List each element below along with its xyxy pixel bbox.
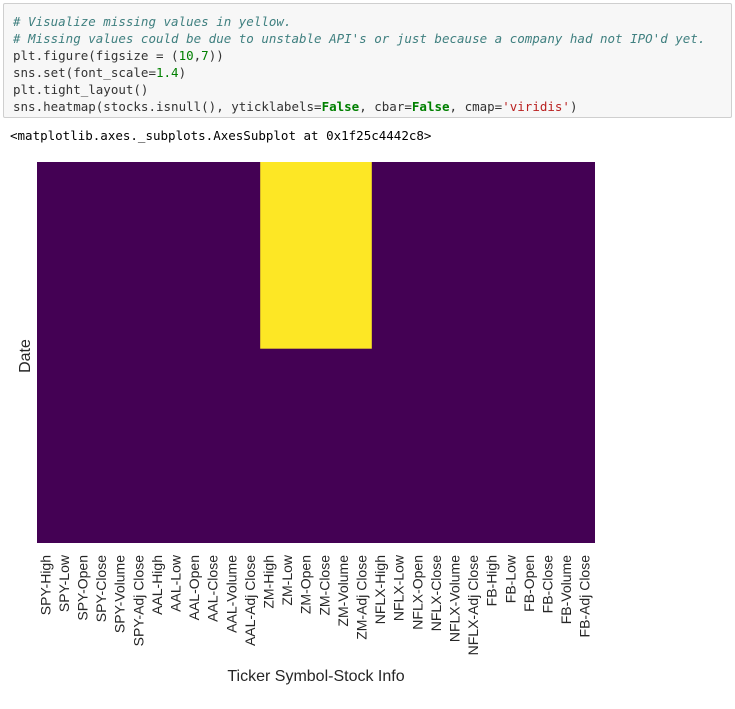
- x-tick-label: FB-Volume: [558, 555, 574, 624]
- x-tick-label: NFLX-Open: [409, 555, 425, 630]
- x-tick-label: AAL-Adj Close: [242, 555, 258, 646]
- code-cell[interactable]: # Visualize missing values in yellow. # M…: [3, 3, 732, 118]
- heatmap-body: [37, 162, 595, 543]
- heatmap-missing-block: [260, 162, 372, 349]
- code-token: False: [321, 99, 360, 114]
- x-tick-label: SPY-High: [37, 555, 53, 615]
- x-tick-label: AAL-High: [149, 555, 165, 615]
- x-tick-label: AAL-Volume: [223, 555, 239, 633]
- x-tick-labels: SPY-High SPY-Low SPY-Open SPY-Close SPY-Volu…: [37, 554, 592, 655]
- code-token: sns.heatmap(stocks.isnull(), yticklabels…: [13, 99, 322, 114]
- x-tick-label: AAL-Low: [168, 554, 184, 612]
- code-token: ): [569, 99, 578, 114]
- x-tick-label: SPY-Open: [75, 555, 91, 621]
- x-tick-label: FB-Low: [502, 554, 518, 603]
- x-tick-label: NFLX-Adj Close: [465, 555, 481, 656]
- x-tick-label: SPY-Volume: [112, 555, 128, 633]
- x-tick-label: ZM-Volume: [335, 555, 351, 627]
- x-tick-label: SPY-Low: [56, 554, 72, 612]
- code-token: )): [208, 48, 224, 63]
- code-line: sns.set(font_scale=1.4): [13, 64, 731, 81]
- x-tick-label: SPY-Close: [93, 555, 109, 622]
- code-token: plt.figure(figsize = (: [13, 48, 179, 63]
- x-tick-label: ZM-Adj Close: [354, 555, 370, 640]
- x-tick-label: ZM-Open: [298, 555, 314, 614]
- y-axis-label: Date: [17, 339, 34, 373]
- x-tick-label: FB-Open: [521, 555, 537, 612]
- code-line: plt.tight_layout(): [13, 81, 731, 98]
- x-tick-label: NFLX-High: [372, 555, 388, 624]
- code-token: # Visualize missing values in yellow.: [13, 14, 292, 29]
- x-tick-label: NFLX-Volume: [447, 555, 463, 642]
- code-token: plt.tight_layout(): [13, 82, 149, 97]
- x-tick-label: SPY-Adj Close: [130, 555, 146, 647]
- code-line: # Visualize missing values in yellow.: [13, 13, 731, 30]
- code-token: 1.4: [156, 65, 179, 80]
- x-tick-label: FB-Adj Close: [577, 555, 593, 638]
- x-tick-label: ZM-High: [261, 555, 277, 609]
- code-token: # Missing values could be due to unstabl…: [13, 31, 706, 46]
- x-tick-label: NFLX-Low: [391, 554, 407, 621]
- code-token: 7: [201, 48, 209, 63]
- heatmap-chart: SPY-High SPY-Low SPY-Open SPY-Close SPY-Volu…: [17, 162, 595, 685]
- code-token: , cbar=: [359, 99, 412, 114]
- x-tick-label: AAL-Open: [186, 555, 202, 620]
- x-tick-label: ZM-Close: [316, 555, 332, 616]
- x-tick-label: AAL-Close: [205, 555, 221, 622]
- code-token: 10: [178, 48, 194, 63]
- code-token: sns.set(font_scale=: [13, 65, 156, 80]
- output-repr: <matplotlib.axes._subplots.AxesSubplot a…: [10, 128, 432, 143]
- code-line: # Missing values could be due to unstabl…: [13, 30, 731, 47]
- x-axis-label: Ticker Symbol-Stock Info: [227, 668, 404, 685]
- code-token: False: [411, 99, 450, 114]
- code-token: ): [178, 65, 187, 80]
- x-tick-label: FB-Close: [540, 555, 556, 614]
- code-line: plt.figure(figsize = (10,7)): [13, 47, 731, 64]
- x-tick-label: ZM-Low: [279, 554, 295, 605]
- code-token: 'viridis': [502, 99, 570, 114]
- code-line: sns.heatmap(stocks.isnull(), yticklabels…: [13, 98, 731, 115]
- x-tick-label: FB-High: [484, 555, 500, 606]
- code-token: , cmap=: [449, 99, 503, 114]
- x-tick-label: NFLX-Close: [428, 555, 444, 631]
